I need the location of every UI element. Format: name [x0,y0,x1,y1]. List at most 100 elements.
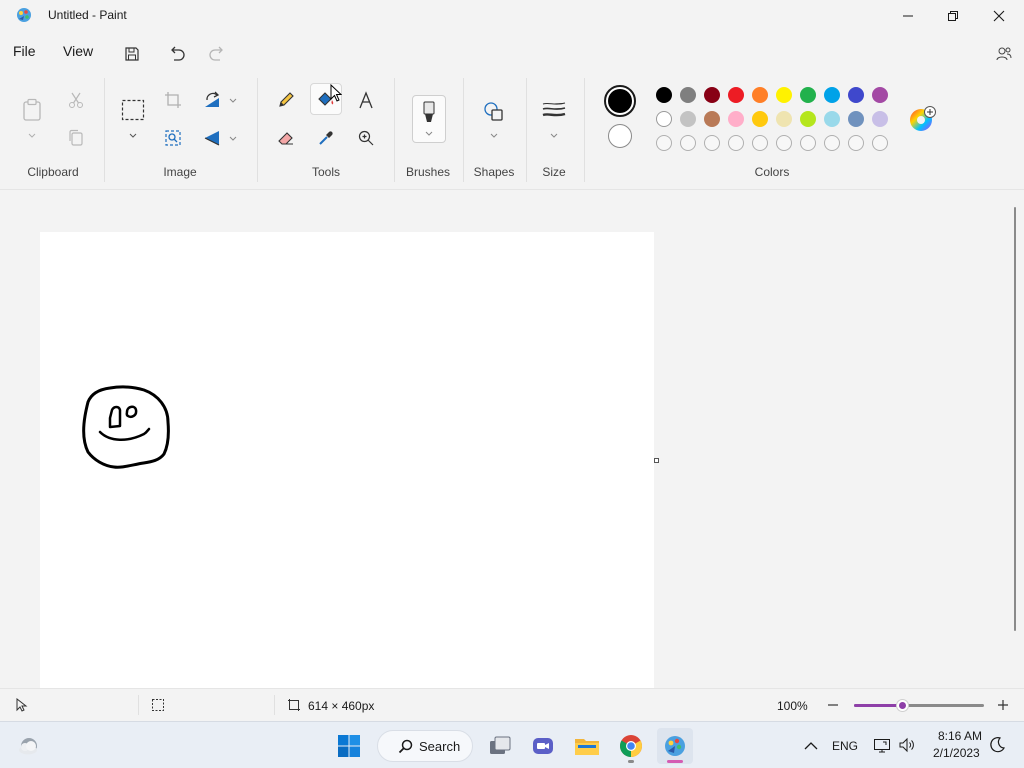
file-explorer-button[interactable] [569,728,605,764]
task-view-icon [490,736,511,754]
secondary-color-button[interactable] [608,124,632,148]
cut-button[interactable] [60,84,92,116]
palette-swatch[interactable] [728,111,744,127]
paste-dropdown-chevron-icon[interactable] [27,130,37,140]
palette-swatch[interactable] [872,111,888,127]
weather-cloud-icon [19,738,37,755]
select-button[interactable] [117,94,149,126]
custom-color-slot[interactable] [848,135,864,151]
color-wheel-icon [910,106,936,131]
palette-swatch[interactable] [800,111,816,127]
palette-swatch[interactable] [728,87,744,103]
shapes-button[interactable] [478,96,510,128]
redo-icon [209,46,223,61]
palette-swatch[interactable] [824,111,840,127]
start-button[interactable] [331,728,367,764]
custom-color-slot[interactable] [776,135,792,151]
brushes-button[interactable] [412,95,446,143]
paste-button[interactable] [16,94,48,126]
canvas-resize-handle[interactable] [654,458,659,463]
window-title: Untitled - Paint [48,8,127,22]
restore-button[interactable] [930,0,976,32]
clock-date[interactable]: 2/1/2023 [933,746,980,760]
paint-taskbar-button[interactable] [657,728,693,764]
chat-camera-icon [533,738,553,754]
text-tool-button[interactable] [350,84,382,116]
drawing-canvas[interactable] [40,232,654,688]
palette-swatch[interactable] [848,111,864,127]
zoom-slider[interactable] [854,700,984,711]
copy-button[interactable] [60,122,92,154]
palette-swatch[interactable] [776,87,792,103]
clock-time[interactable]: 8:16 AM [938,729,982,743]
minimize-button[interactable] [885,0,931,32]
redo-button[interactable] [203,40,231,68]
palette-swatch[interactable] [656,87,672,103]
custom-color-slot[interactable] [728,135,744,151]
zoom-slider-thumb[interactable] [897,700,909,711]
shapes-dropdown-chevron-icon[interactable] [489,130,499,140]
menu-file[interactable]: File [13,43,36,59]
undo-icon [171,46,185,61]
chrome-icon [620,735,642,757]
palette-swatch[interactable] [824,87,840,103]
primary-color-button[interactable] [604,85,636,117]
menu-view[interactable]: View [63,43,93,59]
select-dropdown-chevron-icon[interactable] [128,130,138,140]
palette-swatch[interactable] [800,87,816,103]
close-button[interactable] [976,0,1022,32]
vertical-scrollbar[interactable] [1014,207,1016,631]
custom-color-slot[interactable] [704,135,720,151]
size-dropdown-chevron-icon[interactable] [549,130,559,140]
ribbon-divider [463,78,464,182]
custom-color-slot[interactable] [800,135,816,151]
magnifier-tool-button[interactable] [350,122,382,154]
zoom-percentage[interactable]: 100% [777,699,808,713]
palette-swatch[interactable] [704,111,720,127]
flip-dropdown-chevron-icon[interactable] [228,133,238,143]
rotate-dropdown-chevron-icon[interactable] [228,95,238,105]
show-hidden-icons-button[interactable] [798,728,824,764]
palette-swatch[interactable] [656,111,672,127]
rotate-button[interactable] [197,84,229,116]
running-indicator [628,760,634,763]
input-language[interactable]: ENG [832,739,858,753]
palette-swatch[interactable] [752,111,768,127]
custom-color-slot[interactable] [656,135,672,151]
teams-chat-button[interactable] [525,728,561,764]
custom-color-slot[interactable] [824,135,840,151]
color-picker-tool-button[interactable] [310,122,342,154]
edit-colors-button[interactable] [906,103,938,135]
zoom-in-icon[interactable] [996,698,1010,712]
share-button[interactable] [990,40,1018,68]
pencil-tool-button[interactable] [270,84,302,116]
size-button[interactable] [538,94,570,126]
flip-button[interactable] [197,122,229,154]
network-icon[interactable] [873,736,891,754]
focus-assist-moon-icon[interactable] [988,736,1006,754]
eraser-tool-button[interactable] [270,122,302,154]
image-search-button[interactable] [157,122,189,154]
palette-swatch[interactable] [848,87,864,103]
undo-button[interactable] [163,40,191,68]
palette-swatch[interactable] [752,87,768,103]
custom-color-slot[interactable] [752,135,768,151]
chrome-button[interactable] [613,728,649,764]
widgets-button[interactable] [10,728,46,764]
crop-button[interactable] [157,84,189,116]
palette-swatch[interactable] [680,87,696,103]
palette-swatch[interactable] [704,87,720,103]
menu-bar: File View [0,34,1024,70]
palette-swatch[interactable] [680,111,696,127]
save-button[interactable] [118,40,146,68]
custom-color-slot[interactable] [680,135,696,151]
volume-icon[interactable] [898,736,916,754]
status-divider [138,695,139,715]
taskbar-search-box[interactable]: Search [377,730,473,762]
zoom-out-icon[interactable] [826,698,840,712]
palette-swatch[interactable] [776,111,792,127]
task-view-button[interactable] [482,728,518,764]
custom-color-slot[interactable] [872,135,888,151]
palette-swatch[interactable] [872,87,888,103]
status-divider [274,695,275,715]
